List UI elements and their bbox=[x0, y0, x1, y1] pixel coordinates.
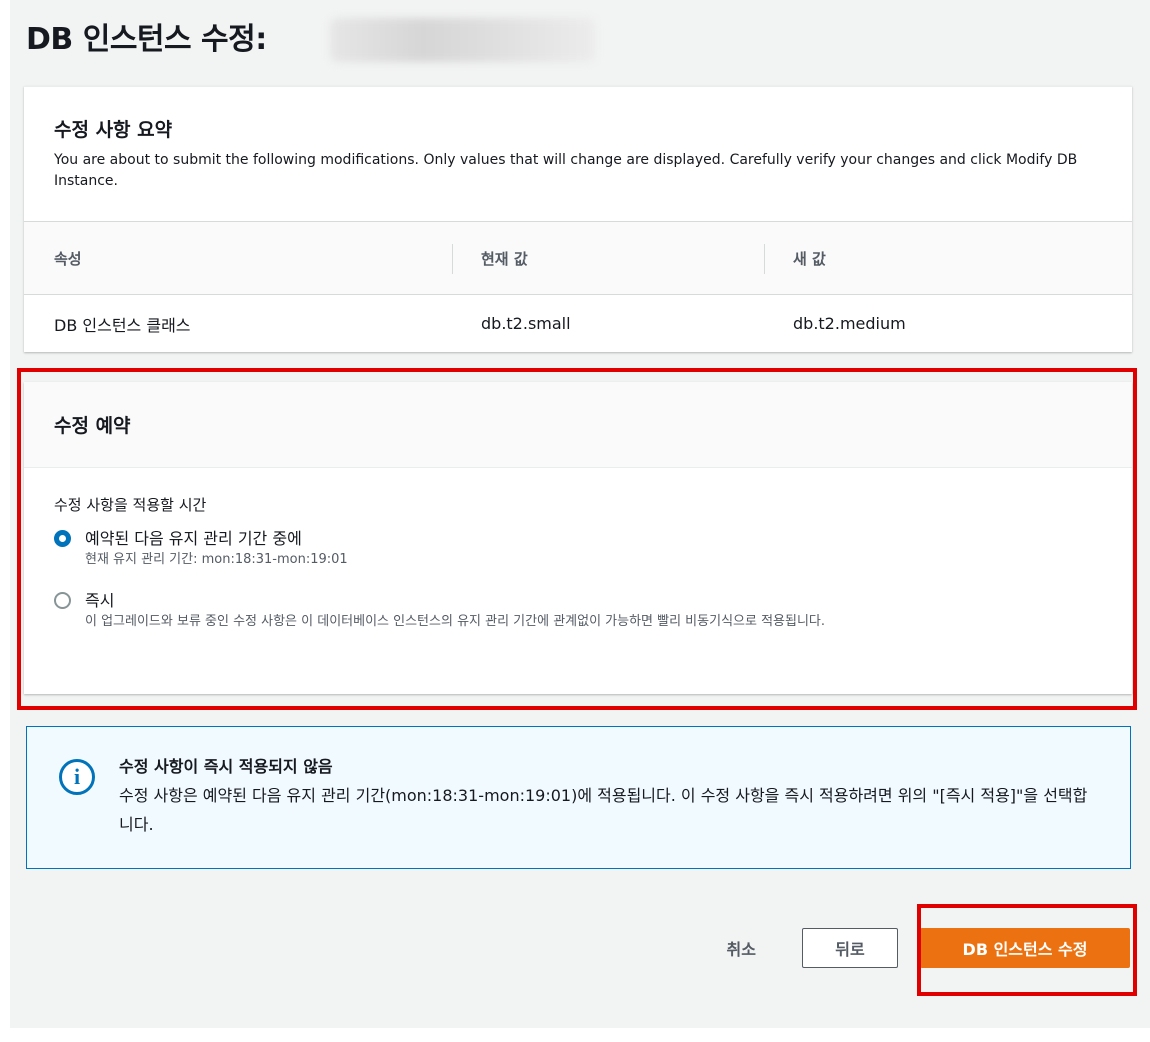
cancel-button[interactable]: 취소 bbox=[727, 936, 756, 960]
row-attribute: DB 인스턴스 클래스 bbox=[54, 315, 191, 335]
summary-header: 수정 사항 요약 You are about to submit the fol… bbox=[24, 87, 1132, 221]
table-row: DB 인스턴스 클래스 db.t2.small db.t2.medium bbox=[24, 295, 1132, 352]
modify-db-instance-button[interactable]: DB 인스턴스 수정 bbox=[920, 928, 1130, 968]
alert-title: 수정 사항이 즉시 적용되지 않음 bbox=[119, 757, 333, 776]
page-title: DB 인스턴스 수정: bbox=[26, 22, 267, 57]
schedule-title: 수정 예약 bbox=[24, 382, 1132, 468]
row-current-value: db.t2.small bbox=[481, 314, 571, 333]
redacted-instance-name bbox=[330, 18, 595, 62]
radio-option-maintenance-window[interactable]: 예약된 다음 유지 관리 기간 중에 현재 유지 관리 기간: mon:18:3… bbox=[54, 528, 1102, 570]
schedule-body: 수정 사항을 적용할 시간 예약된 다음 유지 관리 기간 중에 현재 유지 관… bbox=[24, 468, 1132, 632]
apply-time-label: 수정 사항을 적용할 시간 bbox=[54, 496, 207, 514]
column-header-current: 현재 값 bbox=[481, 249, 528, 268]
summary-table: 속성 현재 값 새 값 DB 인스턴스 클래스 db.t2.small db.t… bbox=[24, 221, 1132, 352]
row-new-value: db.t2.medium bbox=[793, 314, 906, 333]
action-bar: 취소 뒤로 DB 인스턴스 수정 bbox=[727, 928, 1130, 968]
info-icon: i bbox=[59, 759, 95, 795]
summary-title: 수정 사항 요약 bbox=[54, 119, 173, 141]
column-header-attribute: 속성 bbox=[54, 249, 82, 268]
column-header-new: 새 값 bbox=[793, 249, 826, 268]
schedule-modifications-panel: 수정 예약 수정 사항을 적용할 시간 예약된 다음 유지 관리 기간 중에 현… bbox=[24, 382, 1132, 694]
radio-description: 이 업그레이드와 보류 중인 수정 사항은 이 데이터베이스 인스턴스의 유지 … bbox=[85, 614, 826, 629]
radio-checked-icon[interactable] bbox=[54, 530, 71, 547]
radio-unchecked-icon[interactable] bbox=[54, 592, 71, 609]
radio-label[interactable]: 즉시 bbox=[85, 590, 825, 612]
radio-label[interactable]: 예약된 다음 유지 관리 기간 중에 bbox=[85, 528, 348, 550]
summary-description: You are about to submit the following mo… bbox=[54, 152, 1078, 189]
column-divider bbox=[764, 244, 765, 274]
modification-summary-panel: 수정 사항 요약 You are about to submit the fol… bbox=[24, 86, 1132, 352]
back-button[interactable]: 뒤로 bbox=[802, 928, 898, 968]
column-divider bbox=[452, 244, 453, 274]
table-header-row: 속성 현재 값 새 값 bbox=[24, 221, 1132, 295]
alert-body: 수정 사항은 예약된 다음 유지 관리 기간(mon:18:31-mon:19:… bbox=[119, 786, 1088, 834]
radio-option-immediately[interactable]: 즉시 이 업그레이드와 보류 중인 수정 사항은 이 데이터베이스 인스턴스의 … bbox=[54, 590, 1102, 632]
radio-description: 현재 유지 관리 기간: mon:18:31-mon:19:01 bbox=[85, 552, 348, 567]
info-alert: i 수정 사항이 즉시 적용되지 않음 수정 사항은 예약된 다음 유지 관리 … bbox=[26, 726, 1131, 869]
